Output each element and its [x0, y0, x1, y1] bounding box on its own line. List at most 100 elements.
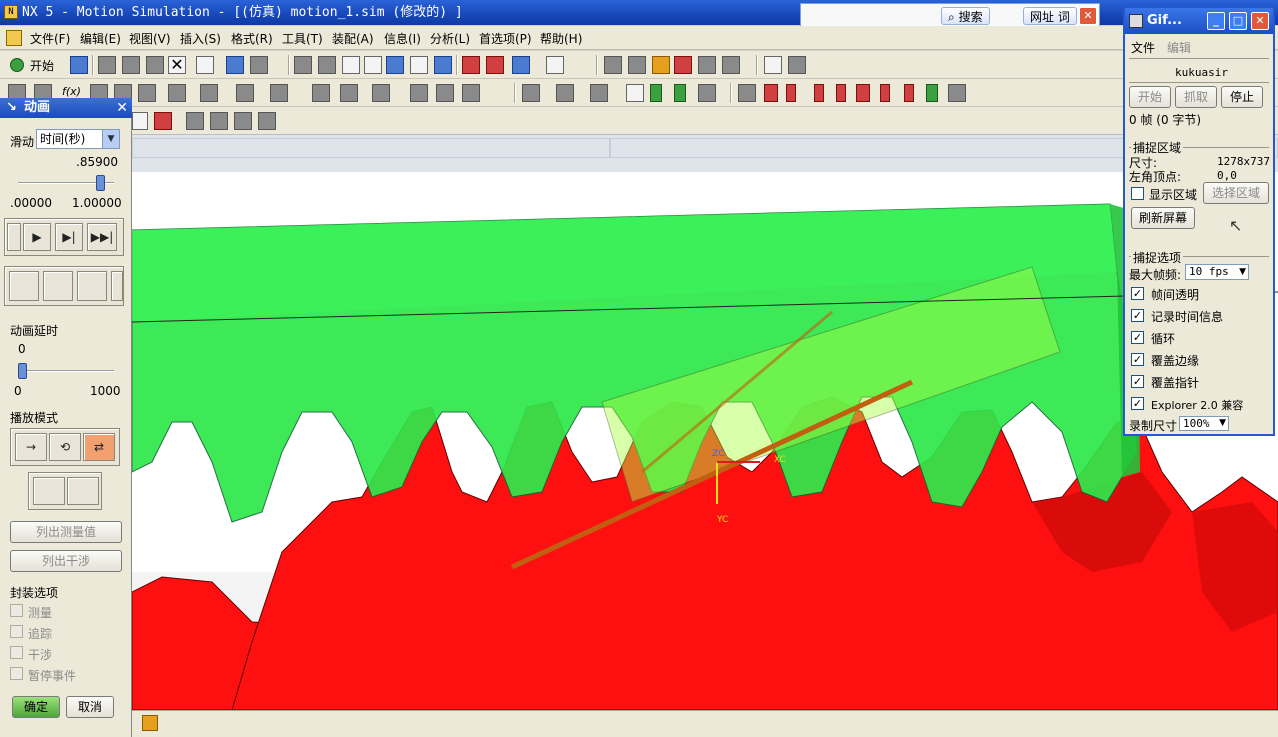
force-icon[interactable]: [236, 84, 254, 102]
delete-icon[interactable]: ✕: [168, 56, 186, 74]
menu-help[interactable]: 帮助(H): [540, 30, 582, 47]
forward-direction-button[interactable]: [33, 477, 65, 505]
snapshot-button[interactable]: [9, 271, 39, 301]
explorer-compat-checkbox[interactable]: ✓: [1131, 397, 1144, 410]
star-icon[interactable]: [652, 56, 670, 74]
snap-icon[interactable]: [628, 56, 646, 74]
close-icon[interactable]: ✕: [116, 98, 128, 118]
frame-transparent-checkbox[interactable]: ✓: [1131, 287, 1144, 300]
dropdown-icon[interactable]: [132, 112, 148, 130]
gear-icon[interactable]: [138, 84, 156, 102]
minimize-icon[interactable]: _: [1207, 12, 1225, 30]
trace-button[interactable]: [43, 271, 73, 301]
anim-block-icon[interactable]: [738, 84, 756, 102]
menu-format[interactable]: 格式(R): [231, 30, 273, 47]
url-button[interactable]: 网址 词: [1023, 7, 1077, 25]
gif-stop-button[interactable]: 停止: [1221, 86, 1263, 108]
curve-icon[interactable]: [186, 112, 204, 130]
results-icon[interactable]: [372, 84, 390, 102]
block-icon[interactable]: [522, 84, 540, 102]
loop-button[interactable]: ⟲: [49, 433, 81, 461]
play-button[interactable]: ▶: [23, 223, 51, 251]
grid-icon[interactable]: [764, 56, 782, 74]
undo-icon[interactable]: [196, 56, 214, 74]
menu-insert[interactable]: 插入(S): [180, 30, 221, 47]
rewind-start-icon[interactable]: [764, 84, 778, 102]
paste-icon[interactable]: [146, 56, 164, 74]
pan-icon[interactable]: [410, 56, 428, 74]
record-size-select[interactable]: 100% ▼: [1179, 416, 1229, 431]
close-icon[interactable]: ✕: [1079, 7, 1097, 25]
block2-icon[interactable]: [590, 84, 608, 102]
zoom-icon[interactable]: [318, 56, 336, 74]
cover-edge-checkbox[interactable]: ✓: [1131, 353, 1144, 366]
close-icon[interactable]: ✕: [1251, 12, 1269, 30]
camera-icon[interactable]: [556, 84, 574, 102]
measure-checkbox[interactable]: [10, 604, 23, 617]
maximize-icon[interactable]: □: [1229, 12, 1247, 30]
cut-icon[interactable]: [98, 56, 116, 74]
measure-icon[interactable]: [788, 56, 806, 74]
torque-icon[interactable]: [270, 84, 288, 102]
time-slider-thumb[interactable]: [96, 175, 106, 191]
list-measure-button[interactable]: 列出测量值: [10, 521, 122, 543]
fast-forward-button[interactable]: ▶▶|: [87, 223, 117, 251]
rotate-icon[interactable]: [386, 56, 404, 74]
play-icon[interactable]: [814, 84, 824, 102]
save-icon[interactable]: [70, 56, 88, 74]
spring-icon[interactable]: [168, 84, 186, 102]
export-icon[interactable]: [926, 84, 938, 102]
table-icon[interactable]: [436, 84, 454, 102]
loop-checkbox[interactable]: ✓: [1131, 331, 1144, 344]
stop-icon[interactable]: [904, 84, 914, 102]
play-once-button[interactable]: →: [15, 433, 47, 461]
grid-select-icon[interactable]: [626, 84, 644, 102]
list-interference-button[interactable]: 列出干涉: [10, 550, 122, 572]
orient-view-icon[interactable]: [154, 112, 172, 130]
marker-icon[interactable]: [200, 84, 218, 102]
slider-mode-select[interactable]: 时间(秒) ▼: [36, 129, 120, 149]
trace-checkbox[interactable]: [10, 625, 23, 638]
filter-icon[interactable]: [698, 56, 716, 74]
wrench-icon[interactable]: [258, 112, 276, 130]
step-forward-icon[interactable]: [836, 84, 846, 102]
cover-pointer-checkbox[interactable]: ✓: [1131, 375, 1144, 388]
transform-icon[interactable]: [234, 112, 252, 130]
max-fps-select[interactable]: 10 fps ▼: [1185, 264, 1249, 280]
start-button[interactable]: 开始: [30, 57, 54, 74]
menu-analysis[interactable]: 分析(L): [430, 30, 470, 47]
view-cube-icon[interactable]: [512, 56, 530, 74]
function-icon[interactable]: f(x): [62, 85, 81, 98]
menu-edit[interactable]: 编辑(E): [80, 30, 121, 47]
solve-icon[interactable]: [340, 84, 358, 102]
step-forward-button[interactable]: ▶|: [55, 223, 83, 251]
graphics-viewport[interactable]: ZC XC YC: [132, 172, 1278, 710]
fast-forward-icon[interactable]: [856, 84, 870, 102]
gif-menu-edit[interactable]: 编辑: [1167, 39, 1191, 56]
step-back-button[interactable]: [7, 223, 21, 251]
point-icon[interactable]: [604, 56, 622, 74]
select-icon[interactable]: [226, 56, 244, 74]
menu-preferences[interactable]: 首选项(P): [479, 30, 532, 47]
ok-button[interactable]: 确定: [12, 696, 60, 718]
nx-menu-icon[interactable]: [6, 30, 22, 46]
arrow-left-icon[interactable]: [650, 84, 662, 102]
snap-point-icon[interactable]: [210, 112, 228, 130]
status-icon[interactable]: [142, 715, 158, 731]
gif-capture-button[interactable]: 抓取: [1175, 86, 1217, 108]
menu-info[interactable]: 信息(I): [384, 30, 421, 47]
pause-event-checkbox[interactable]: [10, 667, 23, 680]
interference-checkbox[interactable]: [10, 646, 23, 659]
graph-icon[interactable]: [410, 84, 428, 102]
reverse-direction-button[interactable]: [67, 477, 99, 505]
trace-icon[interactable]: [462, 84, 480, 102]
pause-icon[interactable]: [880, 84, 890, 102]
shade-icon[interactable]: [486, 56, 504, 74]
menu-view[interactable]: 视图(V): [129, 30, 171, 47]
gif-menu-file[interactable]: 文件: [1131, 39, 1155, 56]
delay-slider-track[interactable]: [18, 370, 114, 372]
orient-icon[interactable]: [434, 56, 452, 74]
menu-assembly[interactable]: 装配(A): [332, 30, 374, 47]
reset-icon[interactable]: [698, 84, 716, 102]
menu-file[interactable]: 文件(F): [30, 30, 70, 47]
